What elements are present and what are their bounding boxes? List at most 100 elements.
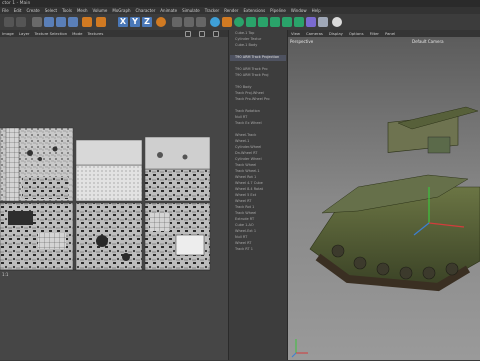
viewport-scene-svg: Perspective Default Camera: [288, 37, 480, 360]
object-list-item[interactable]: Dn.Wheel RT: [230, 151, 286, 157]
object-list-item[interactable]: T90 Body: [230, 85, 286, 91]
environment-icon[interactable]: [306, 17, 316, 27]
uv-corner-label: 1:1: [2, 272, 9, 277]
render-view-icon[interactable]: [172, 17, 182, 27]
redo-icon[interactable]: [16, 17, 26, 27]
object-list-item[interactable]: Cube 1.AO: [230, 223, 286, 229]
viewport-menu-panel[interactable]: Panel: [385, 31, 395, 36]
object-list-item[interactable]: Wheel RT: [230, 199, 286, 205]
object-list-item[interactable]: Track Ex Wheel: [230, 121, 286, 127]
uv-editor-panel: Image Layer Texture Selection Mode Textu…: [0, 30, 229, 360]
recent-tools-icon[interactable]: [82, 17, 92, 27]
object-list-item[interactable]: Cube.1 Body: [230, 43, 286, 49]
pen-spline-icon[interactable]: [222, 17, 232, 27]
object-list-item[interactable]: T90 ARM Track Proj: [230, 73, 286, 79]
scale-icon[interactable]: [56, 17, 66, 27]
object-list-item[interactable]: Wheel RT: [230, 241, 286, 247]
subdivision-icon[interactable]: [234, 17, 244, 27]
transform-icon[interactable]: [96, 17, 106, 27]
object-list-item[interactable]: Track Wheel: [230, 163, 286, 169]
object-list-item[interactable]: Track RT 1: [230, 247, 286, 253]
x-axis-lock-button[interactable]: X: [118, 17, 128, 27]
menu-edit[interactable]: Edit: [14, 8, 22, 13]
object-list-item[interactable]: Cylinder.Wheel: [230, 145, 286, 151]
object-list-item[interactable]: Wheel 4.7 Cube: [230, 181, 286, 187]
move-icon[interactable]: [44, 17, 54, 27]
object-list-item[interactable]: Null RT: [230, 115, 286, 121]
render-to-picture-viewer-icon[interactable]: [184, 17, 194, 27]
uv-menu-layer[interactable]: Layer: [19, 31, 30, 36]
uv-island-block: [8, 211, 33, 225]
object-list-item-selected[interactable]: T90 ARM Track Projection: [230, 55, 286, 61]
road-wheel: [445, 262, 459, 276]
tank-hatch: [427, 136, 451, 154]
menu-mograph[interactable]: MoGraph: [112, 8, 130, 13]
uv-menu-image[interactable]: Image: [2, 31, 14, 36]
menu-tools[interactable]: Tools: [62, 8, 72, 13]
uv-menu-texture-selection[interactable]: Texture Selection: [35, 31, 68, 36]
field-icon[interactable]: [294, 17, 304, 27]
uv-island-block: [150, 213, 170, 231]
menu-create[interactable]: Create: [26, 8, 39, 13]
menu-mesh[interactable]: Mesh: [77, 8, 88, 13]
object-list-item[interactable]: Wheel Rot 1: [230, 175, 286, 181]
deformer-icon[interactable]: [282, 17, 292, 27]
menu-file[interactable]: File: [2, 8, 9, 13]
menu-character[interactable]: Character: [136, 8, 156, 13]
viewport-menu-display[interactable]: Display: [329, 31, 343, 36]
menu-tracker[interactable]: Tracker: [205, 8, 219, 13]
viewport-menu-cameras[interactable]: Cameras: [306, 31, 323, 36]
menu-select[interactable]: Select: [45, 8, 57, 13]
object-list-item[interactable]: Track Rotation: [230, 109, 286, 115]
menu-window[interactable]: Window: [291, 8, 307, 13]
object-list-item[interactable]: Wheel.1: [230, 139, 286, 145]
menu-render[interactable]: Render: [224, 8, 238, 13]
menu-help[interactable]: Help: [312, 8, 321, 13]
z-axis-lock-button[interactable]: Z: [142, 17, 152, 27]
window-title-bar: ctor 1 - Main: [0, 0, 480, 7]
uv-island-circle: [182, 154, 188, 160]
menu-pipeline[interactable]: Pipeline: [270, 8, 286, 13]
object-list-item[interactable]: Null RT: [230, 235, 286, 241]
cloner-icon[interactable]: [258, 17, 268, 27]
uv-menu-mode[interactable]: Mode: [72, 31, 82, 36]
object-list-item[interactable]: Wheel.Track: [230, 133, 286, 139]
road-wheel: [331, 244, 345, 258]
menu-volume[interactable]: Volume: [92, 8, 107, 13]
cube-primitive-icon[interactable]: [210, 17, 220, 27]
uv-texture-canvas[interactable]: 1:1: [0, 37, 228, 360]
object-list-item[interactable]: Extrude RT: [230, 217, 286, 223]
uv-island-circle: [157, 152, 163, 158]
object-list-item[interactable]: Track Wheel.1: [230, 169, 286, 175]
viewport-mode-label: Perspective: [290, 39, 314, 44]
rotate-icon[interactable]: [68, 17, 78, 27]
viewport-menu-options[interactable]: Options: [349, 31, 364, 36]
menu-animate[interactable]: Animate: [160, 8, 177, 13]
coordinate-system-icon[interactable]: [156, 17, 166, 27]
object-list-item[interactable]: Track Wheel: [230, 211, 286, 217]
object-list-item[interactable]: T90 ARM Track Pro: [230, 67, 286, 73]
light-icon[interactable]: [332, 17, 342, 27]
object-list-item[interactable]: Wheel 8.4 Rotat: [230, 187, 286, 193]
camera-icon[interactable]: [318, 17, 328, 27]
object-list-item[interactable]: Track Rot 1: [230, 205, 286, 211]
viewport-menu-view[interactable]: View: [291, 31, 300, 36]
perspective-viewport[interactable]: Perspective Default Camera: [288, 37, 480, 360]
boole-icon[interactable]: [270, 17, 280, 27]
object-list-item[interactable]: Wheel 5 Ext: [230, 193, 286, 199]
uv-menu-textures[interactable]: Textures: [87, 31, 103, 36]
array-icon[interactable]: [246, 17, 256, 27]
object-list-item[interactable]: Cylinder Textur: [230, 37, 286, 43]
live-selection-icon[interactable]: [32, 17, 42, 27]
object-list-item[interactable]: Cylinder Wheel: [230, 157, 286, 163]
viewport-menu-filter[interactable]: Filter: [370, 31, 379, 36]
object-list-item[interactable]: Track Pro.Wheel Pro: [230, 97, 286, 103]
undo-icon[interactable]: [4, 17, 14, 27]
menu-extensions[interactable]: Extensions: [243, 8, 265, 13]
menu-simulate[interactable]: Simulate: [182, 8, 200, 13]
object-list-item[interactable]: Cube.1 Top: [230, 31, 286, 37]
y-axis-lock-button[interactable]: Y: [130, 17, 140, 27]
object-list-item[interactable]: Track Proj.Wheel: [230, 91, 286, 97]
render-settings-icon[interactable]: [196, 17, 206, 27]
object-list-item[interactable]: Wheel.Ext 1: [230, 229, 286, 235]
